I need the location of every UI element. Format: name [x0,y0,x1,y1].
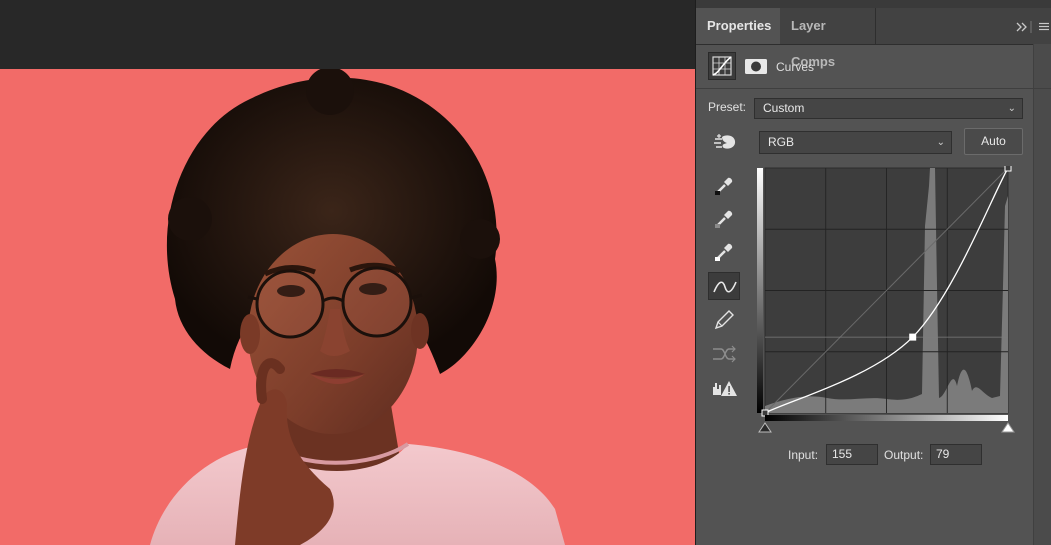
output-label: Output: [884,448,924,462]
input-value-field[interactable]: 155 [826,444,878,465]
curves-graph[interactable] [757,164,1017,447]
white-point-eyedropper-icon [715,243,733,261]
panel-scrollbar[interactable] [1033,44,1051,545]
clipping-warning-icon [713,381,737,396]
preset-value: Custom [763,101,805,115]
tab-layer-comps[interactable]: Layer Comps [780,8,876,69]
properties-panel: Properties Layer Comps Curves Preset: Cu… [695,0,1051,545]
adjustment-title: Curves [776,60,815,74]
input-label: Input: [788,448,819,462]
black-point-slider [758,422,772,433]
black-point-tool[interactable] [708,171,740,199]
channel-dropdown[interactable]: RGB ⌄ [759,131,952,154]
white-point-slider [1001,422,1015,433]
portrait-image [150,69,565,545]
output-value-field[interactable]: 79 [930,444,982,465]
curve-control-point[interactable] [1004,164,1012,172]
layer-mask-icon[interactable] [742,52,770,80]
header-divider [696,88,1051,89]
tab-properties[interactable]: Properties [696,8,780,44]
preset-label: Preset: [708,100,747,114]
pencil-icon [714,310,734,330]
output-gradient-bar [757,168,763,413]
preset-dropdown[interactable]: Custom ⌄ [754,98,1023,119]
gray-point-eyedropper-icon [715,210,733,228]
chevron-down-icon: ⌄ [1007,103,1016,114]
input-gradient-bar [765,415,1008,421]
curve-control-point[interactable] [909,333,917,341]
hamburger-menu-icon[interactable] [1038,18,1050,36]
smooth-curve-tool[interactable] [708,340,740,368]
curves-adjustment-icon[interactable] [708,52,736,80]
edit-points-tool[interactable] [708,272,740,300]
clipping-tool[interactable] [708,374,740,402]
smooth-curve-icon [713,345,736,363]
panel-tab-bar: Properties Layer Comps [696,8,1051,69]
panel-menu-controls [1016,18,1050,36]
on-image-adjust-icon [714,134,736,149]
edit-points-curve-icon [713,281,737,293]
channel-value: RGB [768,135,795,149]
black-point-eyedropper-icon [715,177,733,195]
on-image-adjust-tool[interactable] [708,128,740,156]
draw-curve-tool[interactable] [708,306,740,334]
white-point-tool[interactable] [708,237,740,265]
document-canvas-area [0,0,695,545]
gray-point-tool[interactable] [708,204,740,232]
auto-button[interactable]: Auto [964,128,1023,155]
chevron-down-icon: ⌄ [936,137,945,148]
curves-graph-svg[interactable] [757,164,1017,442]
panel-top-strip [696,0,1051,8]
document-photo[interactable] [0,69,695,545]
